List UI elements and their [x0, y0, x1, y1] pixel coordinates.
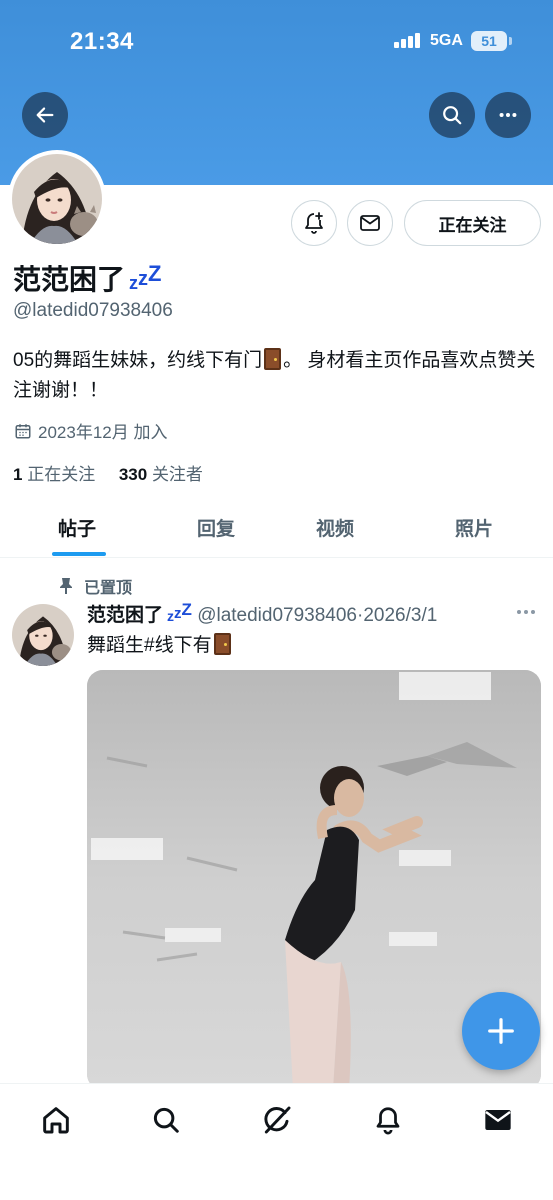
compose-button[interactable]	[462, 992, 540, 1070]
nav-search[interactable]	[146, 1100, 186, 1140]
join-date-text: 2023年12月 加入	[38, 423, 168, 442]
pinned-label: 已置顶	[58, 574, 132, 598]
avatar-image	[12, 604, 74, 666]
post-more-button[interactable]	[514, 600, 538, 630]
pin-icon	[60, 578, 72, 594]
more-button[interactable]	[485, 92, 531, 138]
mail-icon	[485, 1110, 511, 1130]
followers-label: 关注者	[151, 465, 203, 484]
following-stat[interactable]: 1 正在关注	[13, 465, 95, 484]
tab-videos[interactable]: 视频	[316, 514, 354, 541]
envelope-icon	[360, 215, 380, 231]
profile-bio: 05的舞蹈生妹妹，约线下有门。 身材看主页作品喜欢点赞关注谢谢！！	[13, 346, 543, 406]
post-author-handle[interactable]: @latedid07938406	[197, 605, 357, 626]
post-text-content: 舞蹈生#线下有	[87, 635, 212, 656]
bio-text-start: 05的舞蹈生妹妹，约线下有门	[13, 350, 263, 371]
calendar-icon	[15, 423, 31, 438]
more-horizontal-icon	[499, 112, 517, 118]
followers-count: 330	[118, 465, 148, 484]
door-emoji-icon	[213, 633, 231, 655]
door-emoji-icon	[264, 348, 282, 370]
post-date[interactable]: 2026/3/1	[363, 605, 437, 626]
nav-notifications[interactable]	[368, 1100, 408, 1140]
display-name-text: 范范困了	[13, 264, 126, 295]
zzz-emoji: zzZ	[129, 261, 162, 293]
following-button[interactable]: 正在关注	[404, 200, 541, 246]
post-author-name[interactable]: 范范困了	[87, 605, 163, 626]
more-horizontal-icon	[517, 610, 535, 614]
arrow-left-icon	[36, 107, 54, 123]
home-icon	[43, 1107, 69, 1134]
nav-home[interactable]	[36, 1100, 76, 1140]
notify-button[interactable]	[291, 200, 337, 246]
post-avatar[interactable]	[12, 604, 74, 666]
avatar-image	[12, 154, 102, 244]
tab-photos[interactable]: 照片	[455, 514, 493, 541]
tab-posts[interactable]: 帖子	[58, 514, 96, 541]
post-text: 舞蹈生#线下有	[87, 630, 233, 657]
tab-replies[interactable]: 回复	[197, 514, 235, 541]
follow-stats: 1 正在关注 330 关注者	[13, 460, 203, 485]
back-button[interactable]	[22, 92, 68, 138]
nav-messages[interactable]	[478, 1100, 518, 1140]
followers-stat[interactable]: 330 关注者	[119, 465, 203, 484]
display-name: 范范困了 zzZ	[13, 258, 161, 298]
bell-icon	[376, 1107, 400, 1135]
following-label: 正在关注	[27, 465, 96, 484]
grok-icon	[264, 1106, 291, 1134]
following-count: 1	[13, 465, 23, 484]
message-button[interactable]	[347, 200, 393, 246]
post-header: 范范困了 zzZ @latedid07938406·2026/3/1	[87, 600, 497, 627]
profile-avatar[interactable]	[8, 150, 106, 248]
profile-tabs: 帖子 回复 视频 照片	[0, 498, 553, 558]
network-label: 5GA	[430, 32, 463, 49]
zzz-emoji: zzZ	[167, 600, 192, 624]
battery-indicator: 51	[471, 31, 512, 51]
status-time: 21:34	[70, 28, 134, 55]
join-date: 2023年12月 加入	[14, 418, 167, 443]
profile-handle: @latedid07938406	[13, 300, 173, 321]
search-icon	[443, 106, 462, 125]
bottom-navigation	[0, 1083, 553, 1200]
search-icon	[153, 1107, 179, 1133]
active-tab-indicator	[52, 552, 106, 556]
search-button[interactable]	[429, 92, 475, 138]
pinned-text: 已置顶	[84, 580, 133, 597]
bell-plus-icon	[305, 212, 323, 234]
plus-icon	[488, 1018, 514, 1044]
nav-grok[interactable]	[257, 1100, 297, 1140]
signal-icon	[394, 32, 422, 48]
